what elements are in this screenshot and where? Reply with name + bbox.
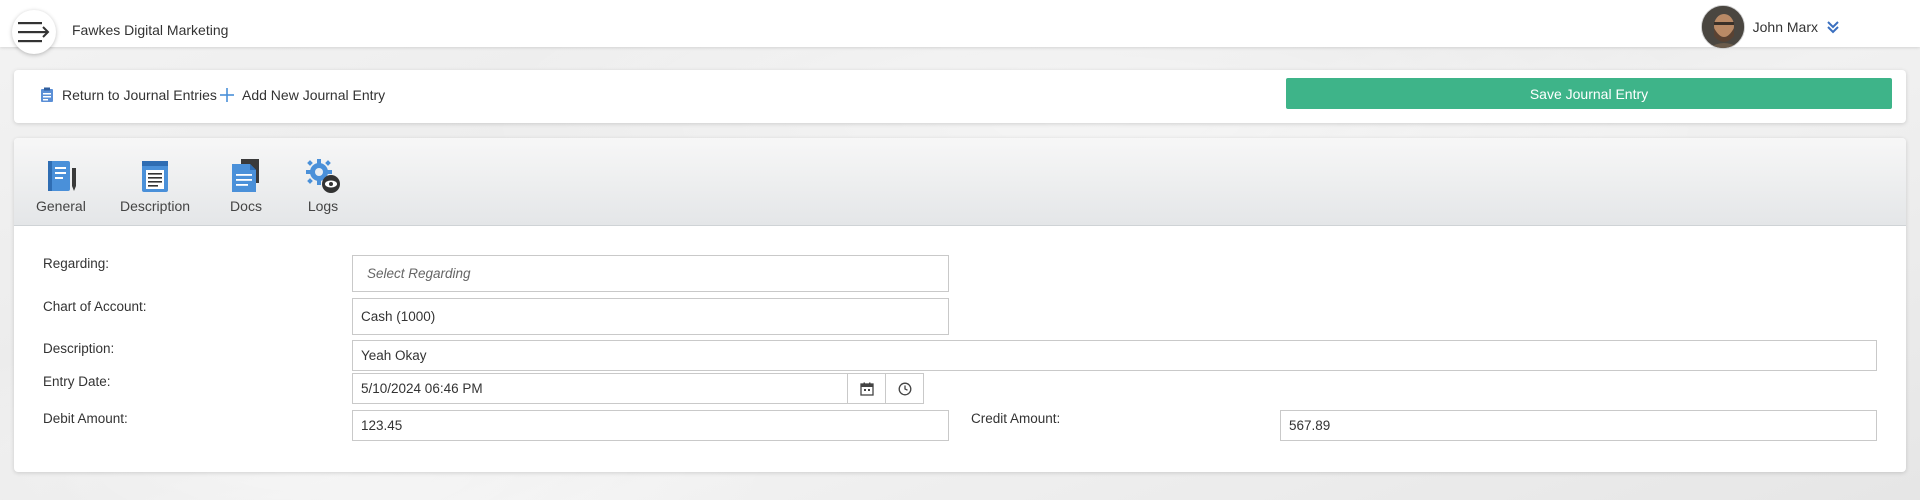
journal-entry-form-card: General Description Docs Logs Regarding:… <box>14 138 1906 472</box>
notepad-icon <box>142 161 169 192</box>
return-to-journal-entries-link[interactable]: Return to Journal Entries <box>40 87 217 103</box>
tab-logs-label: Logs <box>307 198 339 214</box>
tab-general-label: General <box>36 198 86 214</box>
clock-icon <box>898 382 911 395</box>
avatar <box>1700 5 1745 49</box>
hamburger-arrow-icon <box>18 22 50 43</box>
double-chevron-down-icon <box>1827 21 1839 34</box>
gear-eye-icon <box>306 159 340 193</box>
calendar-button[interactable] <box>847 373 886 404</box>
clipboard-icon <box>41 87 53 102</box>
debit-amount-field[interactable]: 123.45 <box>352 410 949 441</box>
top-header: Fawkes Digital Marketing John Marx <box>0 0 1920 54</box>
user-menu[interactable]: John Marx <box>1700 5 1840 49</box>
description-field[interactable]: Yeah Okay <box>352 340 1877 371</box>
tab-general[interactable]: General <box>36 158 86 214</box>
credit-amount-field[interactable]: 567.89 <box>1280 410 1877 441</box>
debit-amount-value: 123.45 <box>361 418 403 433</box>
chart-of-account-label: Chart of Account: <box>43 299 147 314</box>
plus-icon <box>220 88 234 102</box>
chart-of-account-value: Cash (1000) <box>361 309 436 324</box>
regarding-placeholder: Select Regarding <box>367 266 471 281</box>
tab-description-label: Description <box>120 198 191 214</box>
entry-date-value: 5/10/2024 06:46 PM <box>361 381 483 396</box>
tab-bar: General Description Docs Logs <box>14 138 1906 226</box>
company-name: Fawkes Digital Marketing <box>72 22 229 38</box>
user-name: John Marx <box>1752 19 1818 35</box>
entry-date-field[interactable]: 5/10/2024 06:46 PM <box>352 373 848 404</box>
credit-amount-value: 567.89 <box>1289 418 1331 433</box>
notebook-icon <box>47 161 76 191</box>
return-link-label: Return to Journal Entries <box>62 87 217 103</box>
documents-icon <box>232 159 259 192</box>
calendar-icon <box>859 382 874 396</box>
chart-of-account-field[interactable]: Cash (1000) <box>352 298 949 335</box>
tab-description[interactable]: Description <box>120 158 190 214</box>
tab-logs[interactable]: Logs <box>304 158 342 214</box>
action-bar: Return to Journal Entries Add New Journa… <box>14 70 1906 123</box>
regarding-label: Regarding: <box>43 256 110 271</box>
menu-toggle-button[interactable] <box>12 10 56 54</box>
add-new-journal-entry-link[interactable]: Add New Journal Entry <box>220 87 385 103</box>
add-link-label: Add New Journal Entry <box>242 87 386 103</box>
time-button[interactable] <box>885 373 924 404</box>
description-label: Description: <box>43 341 115 356</box>
entry-date-label: Entry Date: <box>43 374 111 389</box>
description-value: Yeah Okay <box>361 348 427 363</box>
credit-amount-label: Credit Amount: <box>971 411 1061 426</box>
regarding-select[interactable]: Select Regarding <box>352 255 949 292</box>
tab-docs-label: Docs <box>230 198 262 214</box>
tab-docs[interactable]: Docs <box>228 158 264 214</box>
debit-amount-label: Debit Amount: <box>43 411 128 426</box>
save-journal-entry-button[interactable]: Save Journal Entry <box>1286 78 1892 109</box>
